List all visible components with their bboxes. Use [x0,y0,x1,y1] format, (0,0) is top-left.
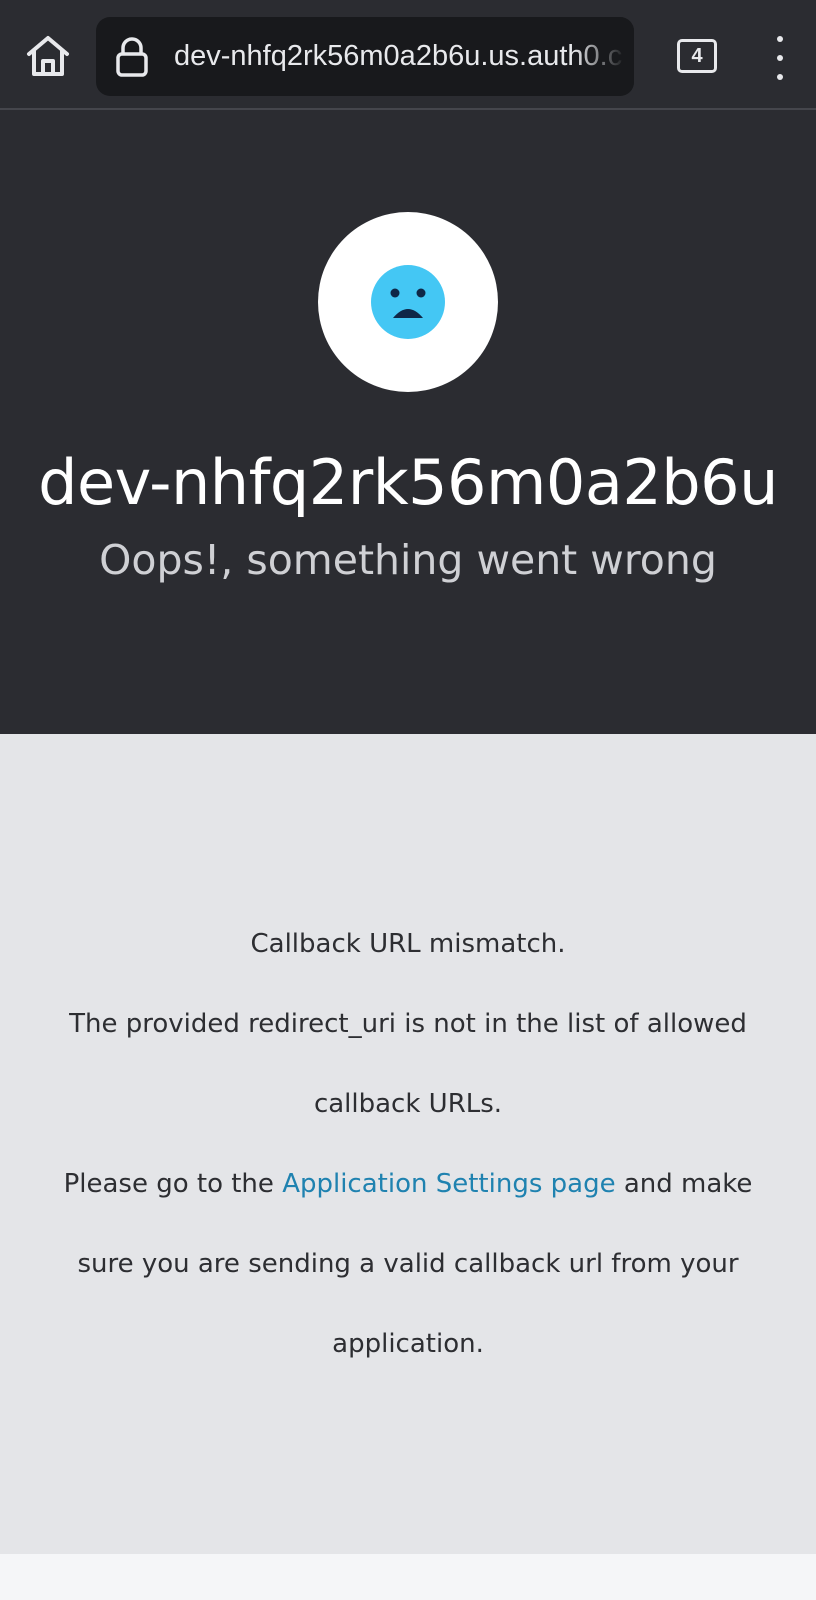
error-header: dev-nhfq2rk56m0a2b6u Oops!, something we… [0,110,816,734]
browser-toolbar: dev-nhfq2rk56m0a2b6u.us.auth0.c 4 [0,0,816,110]
home-button[interactable] [22,30,74,82]
message-line-2: The provided redirect_uri is not in the … [69,1009,747,1039]
lock-icon [116,37,148,77]
message-line-6: application. [332,1329,484,1359]
error-title: Oops!, something went wrong [99,536,717,584]
message-line-4-after: and make [615,1169,753,1199]
error-message: Callback URL mismatch. The provided redi… [0,734,816,1554]
url-text: dev-nhfq2rk56m0a2b6u.us.auth0.c [174,40,623,72]
url-fade [574,17,634,96]
tab-switcher-button[interactable]: 4 [677,39,717,73]
avatar [318,212,498,392]
message-line-3: callback URLs. [313,1089,503,1119]
message-line-4: Please go to the Application Settings pa… [0,1164,816,1204]
sad-face-icon [371,265,445,339]
message-line-5: sure you are sending a valid callback ur… [77,1249,739,1279]
tenant-name: dev-nhfq2rk56m0a2b6u [38,446,778,519]
message-line-1: Callback URL mismatch. [250,929,566,959]
address-bar[interactable]: dev-nhfq2rk56m0a2b6u.us.auth0.c [96,17,634,96]
home-icon [27,36,69,76]
more-vert-icon[interactable] [762,36,798,80]
application-settings-link[interactable]: Application Settings page [282,1169,615,1199]
message-line-4-before: Please go to the [63,1169,283,1199]
